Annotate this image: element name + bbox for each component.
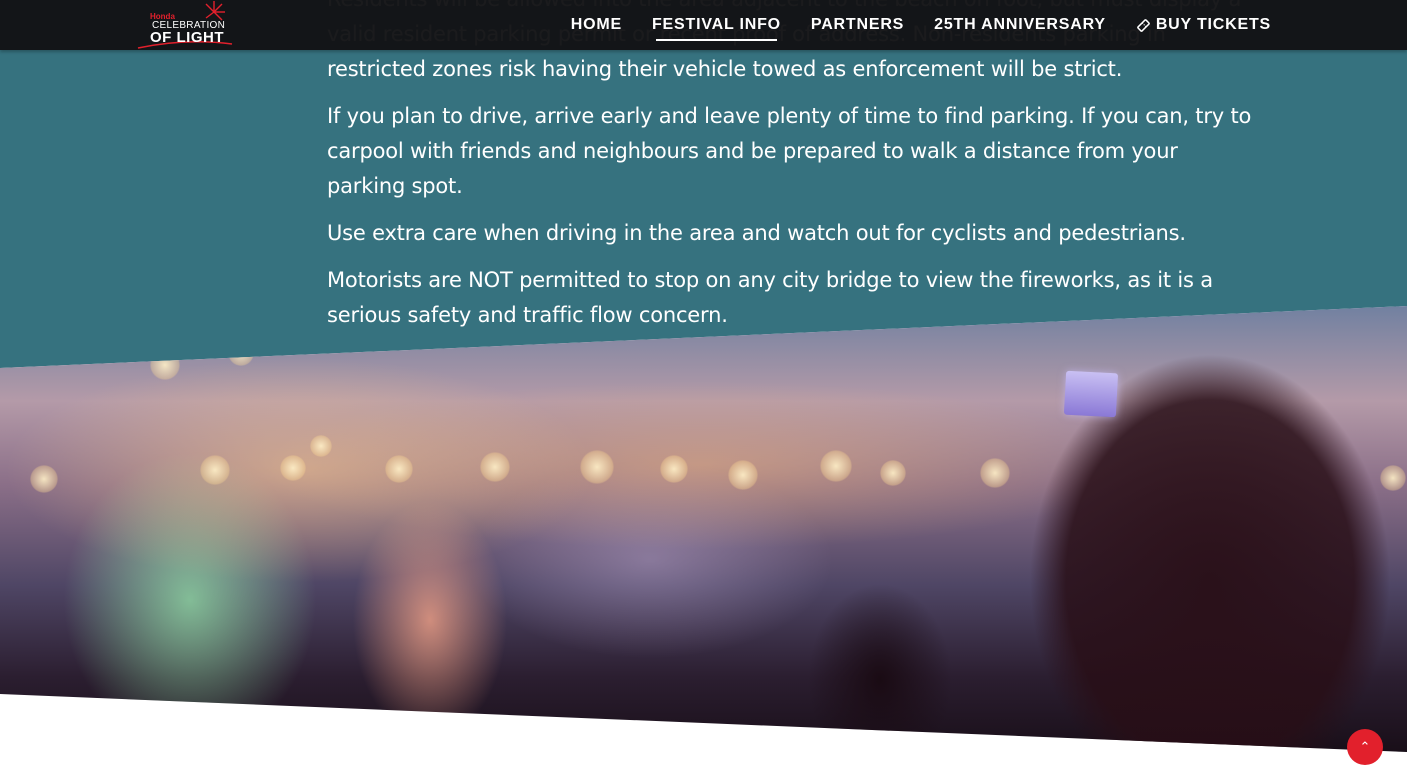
nav-item-label: PARTNERS [810, 16, 905, 33]
bokeh-light [310, 435, 332, 457]
paragraph-extra-care: Use extra care when driving in the area … [327, 221, 1186, 245]
bokeh-light [280, 455, 306, 481]
fireworks-crowd-photo [0, 306, 1407, 752]
nav-item-home[interactable]: HOME [571, 16, 622, 34]
nav-item-festival-info[interactable]: FESTIVAL INFO [651, 16, 781, 41]
site-logo[interactable]: Honda CELEBRATION OF LIGHT [136, 0, 236, 50]
nav-item-label: FESTIVAL INFO [651, 16, 781, 33]
back-to-top-button[interactable]: ⌃ [1347, 729, 1383, 765]
bokeh-light [480, 452, 510, 482]
bokeh-light [880, 460, 906, 486]
bokeh-light [820, 450, 852, 482]
ticket-icon [1136, 18, 1150, 32]
bokeh-light [30, 465, 58, 493]
bokeh-light [728, 460, 758, 490]
nav-item-buy-tickets[interactable]: BUY TICKETS [1136, 16, 1271, 34]
person-silhouette [960, 340, 1407, 752]
bokeh-light [200, 455, 230, 485]
nav-item-label: BUY TICKETS [1155, 16, 1271, 33]
main-nav: HOME FESTIVAL INFO PARTNERS 25TH ANNIVER… [571, 0, 1271, 50]
nav-item-partners[interactable]: PARTNERS [811, 16, 904, 34]
nav-item-25th-anniversary[interactable]: 25TH ANNIVERSARY [934, 16, 1106, 34]
bokeh-light [580, 450, 614, 484]
paragraph-drive-early: If you plan to drive, arrive early and l… [327, 104, 1252, 198]
chevron-up-icon: ⌃ [1359, 739, 1371, 755]
logo-line2: OF LIGHT [150, 29, 224, 46]
site-header: Honda CELEBRATION OF LIGHT HOME FESTIVAL… [0, 0, 1407, 50]
nav-item-label: HOME [570, 16, 622, 33]
content-text: Residents will be allowed into the area … [327, 0, 1257, 345]
nav-item-label: 25TH ANNIVERSARY [934, 16, 1106, 33]
phone-screen [1063, 370, 1119, 418]
bokeh-light [660, 455, 688, 483]
bokeh-light [385, 455, 413, 483]
person-silhouette [770, 550, 990, 752]
page: Residents will be allowed into the area … [0, 0, 1407, 772]
